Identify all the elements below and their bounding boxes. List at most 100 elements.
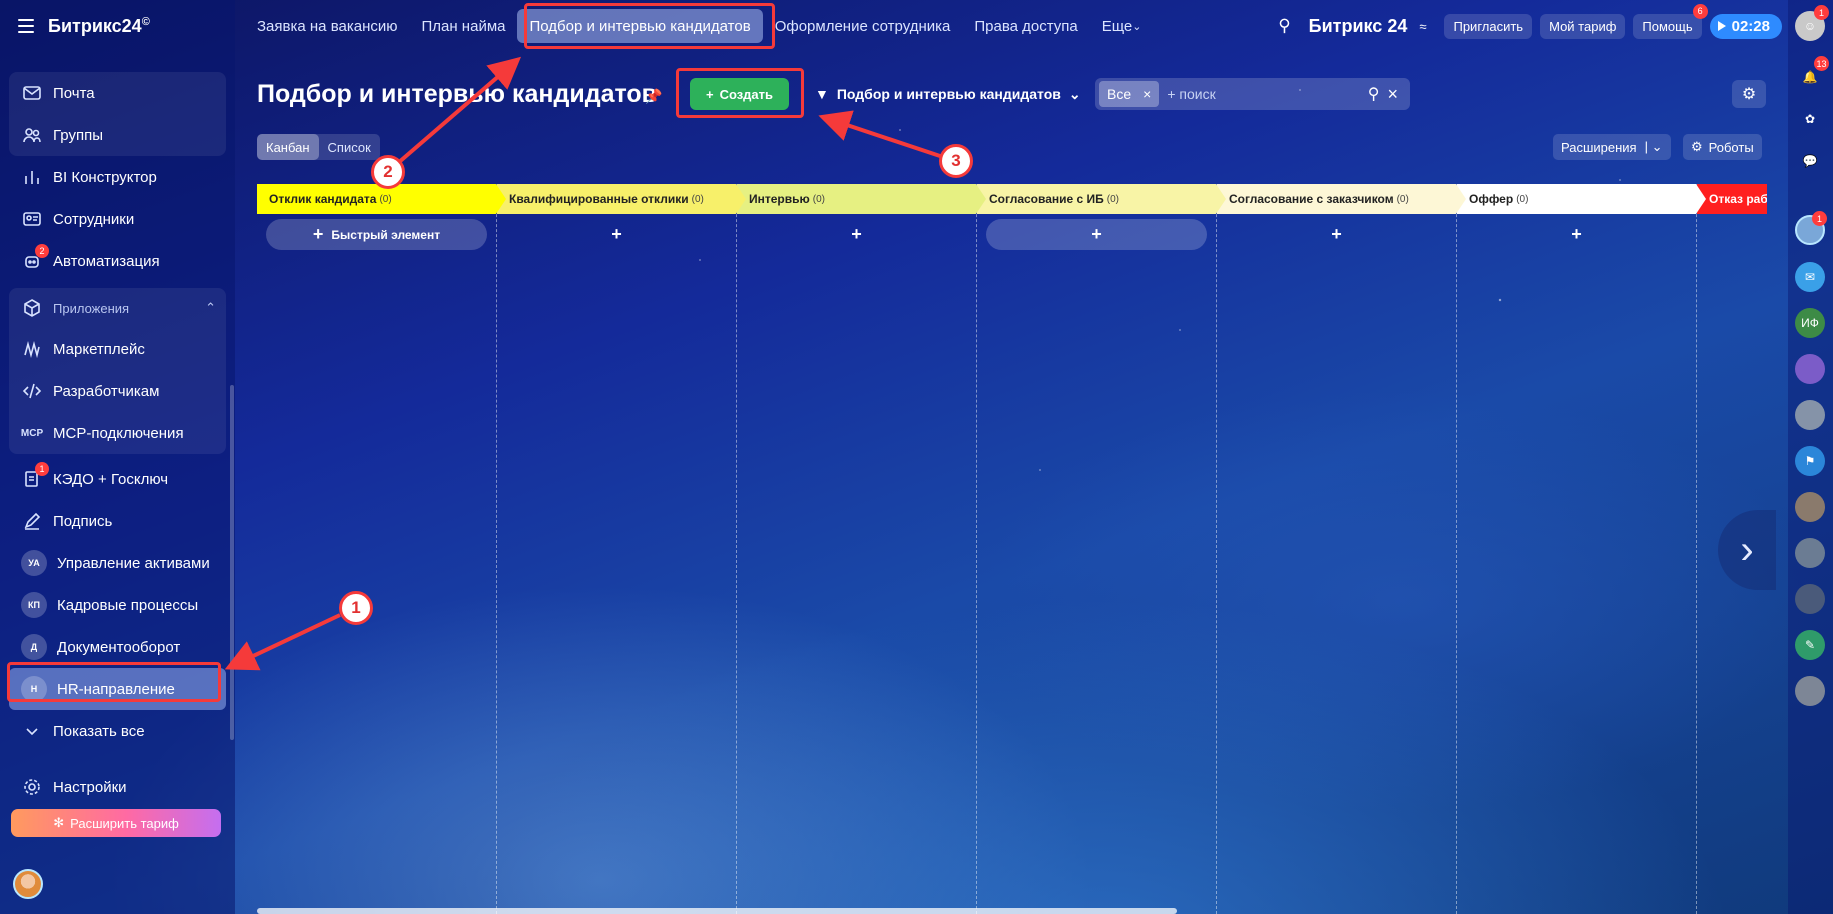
expand-tariff-button[interactable]: ✻ Расширить тариф: [11, 809, 221, 837]
contact-avatar-7[interactable]: [1795, 676, 1825, 706]
bell-icon[interactable]: 🔔 13: [1795, 56, 1829, 92]
column-add-button[interactable]: +: [1226, 219, 1447, 250]
robots-button[interactable]: ⚙ Роботы: [1683, 134, 1762, 160]
clear-icon[interactable]: ×: [1387, 84, 1398, 105]
menu-icon[interactable]: [18, 19, 34, 33]
sidebar-item-signature[interactable]: Подпись: [9, 500, 226, 542]
column-count: (0): [1396, 193, 1409, 205]
column-count: (0): [812, 193, 825, 205]
notes-icon[interactable]: ✎: [1795, 630, 1825, 660]
view-list-button[interactable]: Список: [319, 134, 380, 160]
column-add-button[interactable]: +: [506, 219, 727, 250]
bitrix-logo[interactable]: Битрикс 24: [1309, 16, 1408, 37]
bookmark-icon[interactable]: ⚑: [1795, 446, 1825, 476]
search-filter-box[interactable]: Все × + поиск ⚲ ×: [1095, 78, 1410, 110]
plus-icon: +: [851, 224, 862, 244]
top-bar: Заявка на вакансию План найма Подбор и и…: [235, 0, 1788, 52]
column-header[interactable]: Отказ раб: [1697, 184, 1767, 214]
contact-avatar-3[interactable]: [1795, 400, 1825, 430]
column-header[interactable]: Оффер (0): [1457, 184, 1706, 214]
sidebar-item-hr-direction[interactable]: Н HR-направление: [9, 668, 226, 710]
sidebar-scrollbar[interactable]: [230, 385, 234, 740]
tab-vacancy-request[interactable]: Заявка на вакансию: [245, 9, 409, 43]
help-button[interactable]: Помощь 6: [1633, 3, 1708, 39]
work-timer-button[interactable]: 02:28: [1709, 13, 1782, 39]
user-avatar[interactable]: [13, 869, 43, 899]
horizontal-scrollbar[interactable]: [257, 908, 1177, 914]
pipeline-selector[interactable]: ▼ Подбор и интервью кандидатов ⌄: [807, 78, 1089, 110]
filter-chip[interactable]: Все ×: [1099, 81, 1160, 107]
contact-avatar-2[interactable]: [1795, 354, 1825, 384]
column-add-button[interactable]: +: [1466, 219, 1687, 250]
tab-more[interactable]: Еще: [1090, 9, 1154, 43]
column-header[interactable]: Квалифицированные отклики (0): [497, 184, 746, 214]
chat-icon[interactable]: 💬: [1795, 146, 1825, 176]
my-tariff-button[interactable]: Мой тариф: [1540, 13, 1626, 39]
contact-avatar-4[interactable]: [1795, 492, 1825, 522]
column-count: (0): [1516, 193, 1529, 205]
apps-section-header[interactable]: Приложения ⌃: [9, 288, 226, 328]
quick-add-button[interactable]: + Быстрый элемент: [266, 219, 487, 250]
sidebar-item-automation[interactable]: 2 Автоматизация: [9, 240, 226, 282]
sidebar-item-marketplace[interactable]: Маркетплейс: [9, 328, 226, 370]
invite-button[interactable]: Пригласить: [1444, 13, 1533, 39]
sidebar-item-bi[interactable]: BI Конструктор: [9, 156, 226, 198]
chevron-up-icon[interactable]: ⌃: [205, 300, 216, 316]
sidebar-item-hr-processes[interactable]: КП Кадровые процессы: [9, 584, 226, 626]
sliders-icon[interactable]: ≈: [1419, 19, 1426, 34]
sidebar-item-groups[interactable]: Группы: [9, 114, 226, 156]
chip-close-icon[interactable]: ×: [1143, 86, 1151, 102]
column-title: Согласование с ИБ: [989, 192, 1104, 206]
sidebar-item-assets[interactable]: УА Управление активами: [9, 542, 226, 584]
board-settings-button[interactable]: ⚙: [1732, 80, 1766, 108]
marketplace-icon: [21, 338, 43, 360]
sidebar-item-label: Подпись: [53, 512, 113, 530]
search-icon[interactable]: ⚲: [1368, 84, 1380, 104]
robots-label: Роботы: [1708, 139, 1754, 155]
gear-icon: ⚙: [1741, 86, 1757, 103]
annotation-callout-2: 2: [371, 155, 405, 189]
search-icon[interactable]: ⚲: [1278, 16, 1290, 36]
column-header[interactable]: Отклик кандидата (0): [257, 184, 506, 214]
column-header[interactable]: Согласование с заказчиком (0): [1217, 184, 1466, 214]
profile-avatar[interactable]: ☺ 1: [1795, 5, 1829, 41]
copilot-icon[interactable]: ✿: [1795, 104, 1825, 134]
column-add-button[interactable]: +: [986, 219, 1207, 250]
column-header[interactable]: Интервью (0): [737, 184, 986, 214]
channel-icon[interactable]: ✉: [1795, 262, 1825, 292]
plus-icon: +: [1571, 224, 1582, 244]
pen-icon: [21, 510, 43, 532]
tab-hiring-plan[interactable]: План найма: [409, 9, 517, 43]
page-title: Подбор и интервью кандидатов: [257, 80, 658, 108]
column-count: (0): [1106, 193, 1120, 205]
sidebar-item-mail[interactable]: Почта: [9, 72, 226, 114]
contact-avatar-6[interactable]: [1795, 584, 1825, 614]
sidebar-item-settings[interactable]: Настройки: [9, 766, 226, 808]
create-button[interactable]: + Создать: [690, 78, 789, 110]
tab-access-rights[interactable]: Права доступа: [962, 9, 1089, 43]
sidebar-item-employees[interactable]: Сотрудники: [9, 198, 226, 240]
view-kanban-button[interactable]: Канбан: [257, 134, 319, 160]
kedo-badge: 1: [35, 462, 49, 476]
tab-employee-onboarding[interactable]: Оформление сотрудника: [763, 9, 963, 43]
tab-candidate-selection[interactable]: Подбор и интервью кандидатов: [517, 9, 763, 43]
extensions-button[interactable]: Расширения | ⌄: [1553, 134, 1671, 160]
contact-initials-icon[interactable]: ИФ: [1795, 308, 1825, 338]
sidebar-item-label: Документооборот: [57, 638, 181, 656]
pin-icon[interactable]: 📌: [645, 88, 662, 105]
app-logo[interactable]: Битрикс24©: [48, 16, 150, 37]
sidebar-item-mcp[interactable]: MCP MCP-подключения: [9, 412, 226, 454]
column-count: (0): [691, 193, 704, 205]
column-header[interactable]: Согласование с ИБ (0): [977, 184, 1226, 214]
sidebar-item-label: КЭДО + Госключ: [53, 470, 169, 488]
contact-avatar-5[interactable]: [1795, 538, 1825, 568]
sidebar-show-all[interactable]: Показать все: [9, 710, 226, 752]
contact-avatar[interactable]: 1: [1795, 211, 1827, 245]
sidebar-item-developers[interactable]: Разработчикам: [9, 370, 226, 412]
sidebar-item-kedo[interactable]: 1 КЭДО + Госключ: [9, 458, 226, 500]
right-rail: ☺ 1 🔔 13 ✿ 💬 1 ✉ ИФ ⚑ ✎: [1788, 0, 1833, 914]
search-input[interactable]: + поиск: [1167, 86, 1359, 102]
column-add-button[interactable]: +: [746, 219, 967, 250]
sidebar-item-docflow[interactable]: Д Документооборот: [9, 626, 226, 668]
mail-icon: [21, 82, 43, 104]
